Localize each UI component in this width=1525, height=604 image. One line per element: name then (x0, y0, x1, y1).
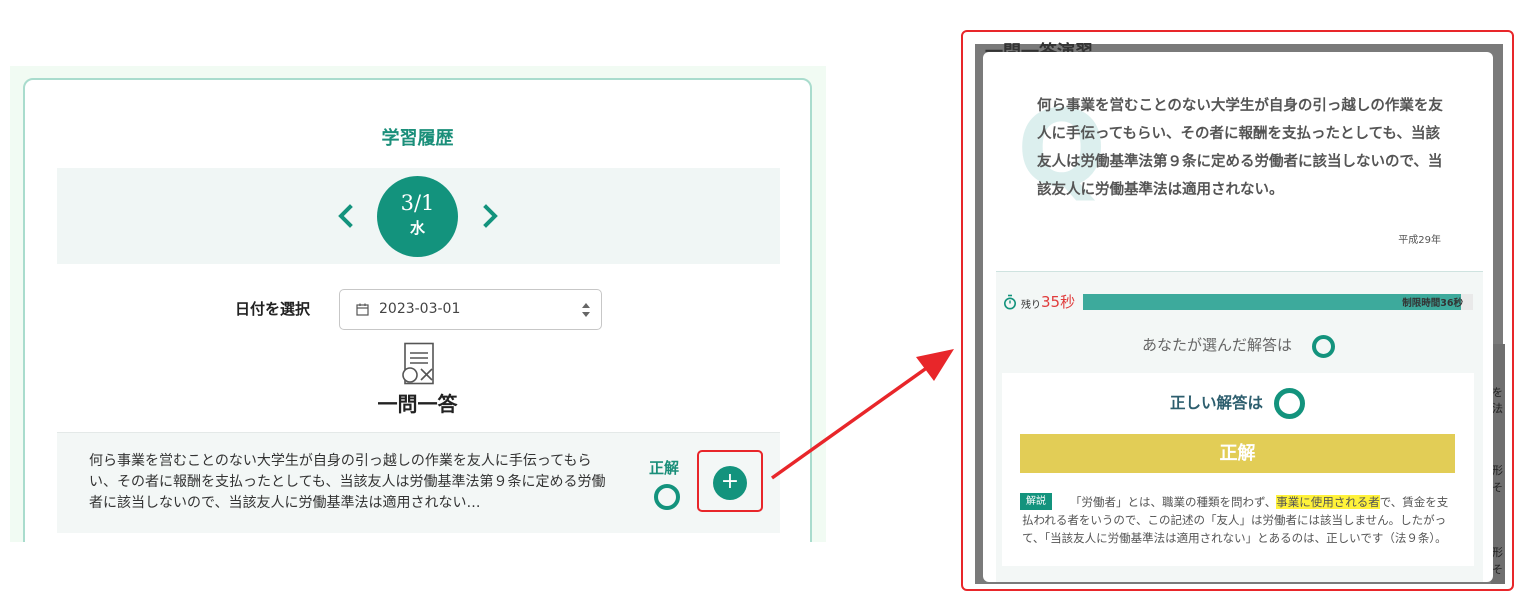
edge-char: そ (1492, 563, 1503, 576)
result-label: 正解 (649, 459, 680, 477)
chevron-left-icon (338, 204, 353, 228)
date-navigator: 3/1 水 (57, 168, 780, 264)
answer-section: 残り 35秒 制限時間36秒 あなたが選んだ解答は 正しい解答は 正解 「労働者… (996, 272, 1483, 582)
correct-answer-label: 正しい解答は (1170, 394, 1264, 412)
explanation-badge: 解説 (1020, 493, 1052, 510)
explanation-text: 「労働者」とは、職業の種類を問わず、事業に使用される者で、賃金を支払われる者をい… (1022, 493, 1458, 547)
explanation-highlight: 事業に使用される者 (1276, 495, 1380, 509)
explanation-part: 「労働者」とは、職業の種類を問わず、 (1070, 495, 1277, 509)
question-preview: 何ら事業を営むことのない大学生が自身の引っ越しの作業を友人に手伝ってもらい、その… (89, 453, 606, 511)
arrow-icon (770, 349, 954, 480)
correct-circle-icon (1274, 388, 1305, 419)
section-title: 一問一答 (377, 392, 458, 416)
chosen-answer-label: あなたが選んだ解答は (1142, 336, 1293, 354)
date-input-value: 2023-03-01 (379, 301, 461, 317)
date-select-label: 日付を選択 (235, 300, 311, 318)
page-title: 学習履歴 (381, 128, 454, 149)
edge-char: 形 (1492, 546, 1503, 559)
question-detail-frame: 一問一答演習 を 法 形 そ 形 そ Q 何ら事業を営むことのない大学生が自身の… (961, 30, 1514, 591)
quiz-document-icon (402, 342, 434, 385)
history-card: 学習履歴 3/1 水 日付を選択 2023-03-01 一問一答 何ら事業を営む… (23, 78, 812, 542)
date-month-day: 3/1 (400, 191, 435, 215)
edge-char: そ (1492, 481, 1503, 494)
edge-char: 法 (1492, 402, 1503, 415)
timer-limit-label: 制限時間36秒 (1402, 298, 1463, 309)
question-year: 平成29年 (1398, 235, 1441, 246)
timer-bar: 制限時間36秒 (1083, 294, 1473, 310)
timer-remaining-label: 残り (1021, 300, 1041, 311)
chosen-circle-icon (1312, 335, 1335, 358)
edge-char: を (1492, 386, 1503, 399)
question-modal: Q 何ら事業を営むことのない大学生が自身の引っ越しの作業を友人に手伝ってもらい、… (983, 52, 1493, 582)
date-weekday: 水 (409, 219, 425, 237)
stopwatch-icon (1004, 294, 1016, 310)
question-row[interactable]: 何ら事業を営むことのない大学生が自身の引っ越しの作業を友人に手伝ってもらい、その… (57, 432, 780, 533)
result-banner: 正解 (1020, 434, 1455, 473)
next-date-button[interactable] (478, 202, 502, 230)
answer-box: 正しい解答は 正解 「労働者」とは、職業の種類を問わず、事業に使用される者で、賃… (1002, 373, 1474, 566)
back-page-edge: を 法 形 そ 形 そ (1491, 344, 1505, 584)
chevron-right-icon (483, 204, 498, 228)
prev-date-button[interactable] (334, 202, 358, 230)
edge-char: 形 (1492, 464, 1503, 477)
current-date-badge: 3/1 水 (377, 176, 458, 257)
timer-remaining-value: 35秒 (1041, 293, 1076, 311)
question-text: 何ら事業を営むことのない大学生が自身の引っ越しの作業を友人に手伝ってもらい、その… (1037, 98, 1443, 198)
calendar-icon (356, 303, 369, 316)
highlight-frame-left (697, 450, 763, 512)
correct-circle-icon (654, 484, 680, 510)
date-input[interactable]: 2023-03-01 (339, 289, 602, 330)
spinner-icon[interactable] (581, 302, 591, 318)
